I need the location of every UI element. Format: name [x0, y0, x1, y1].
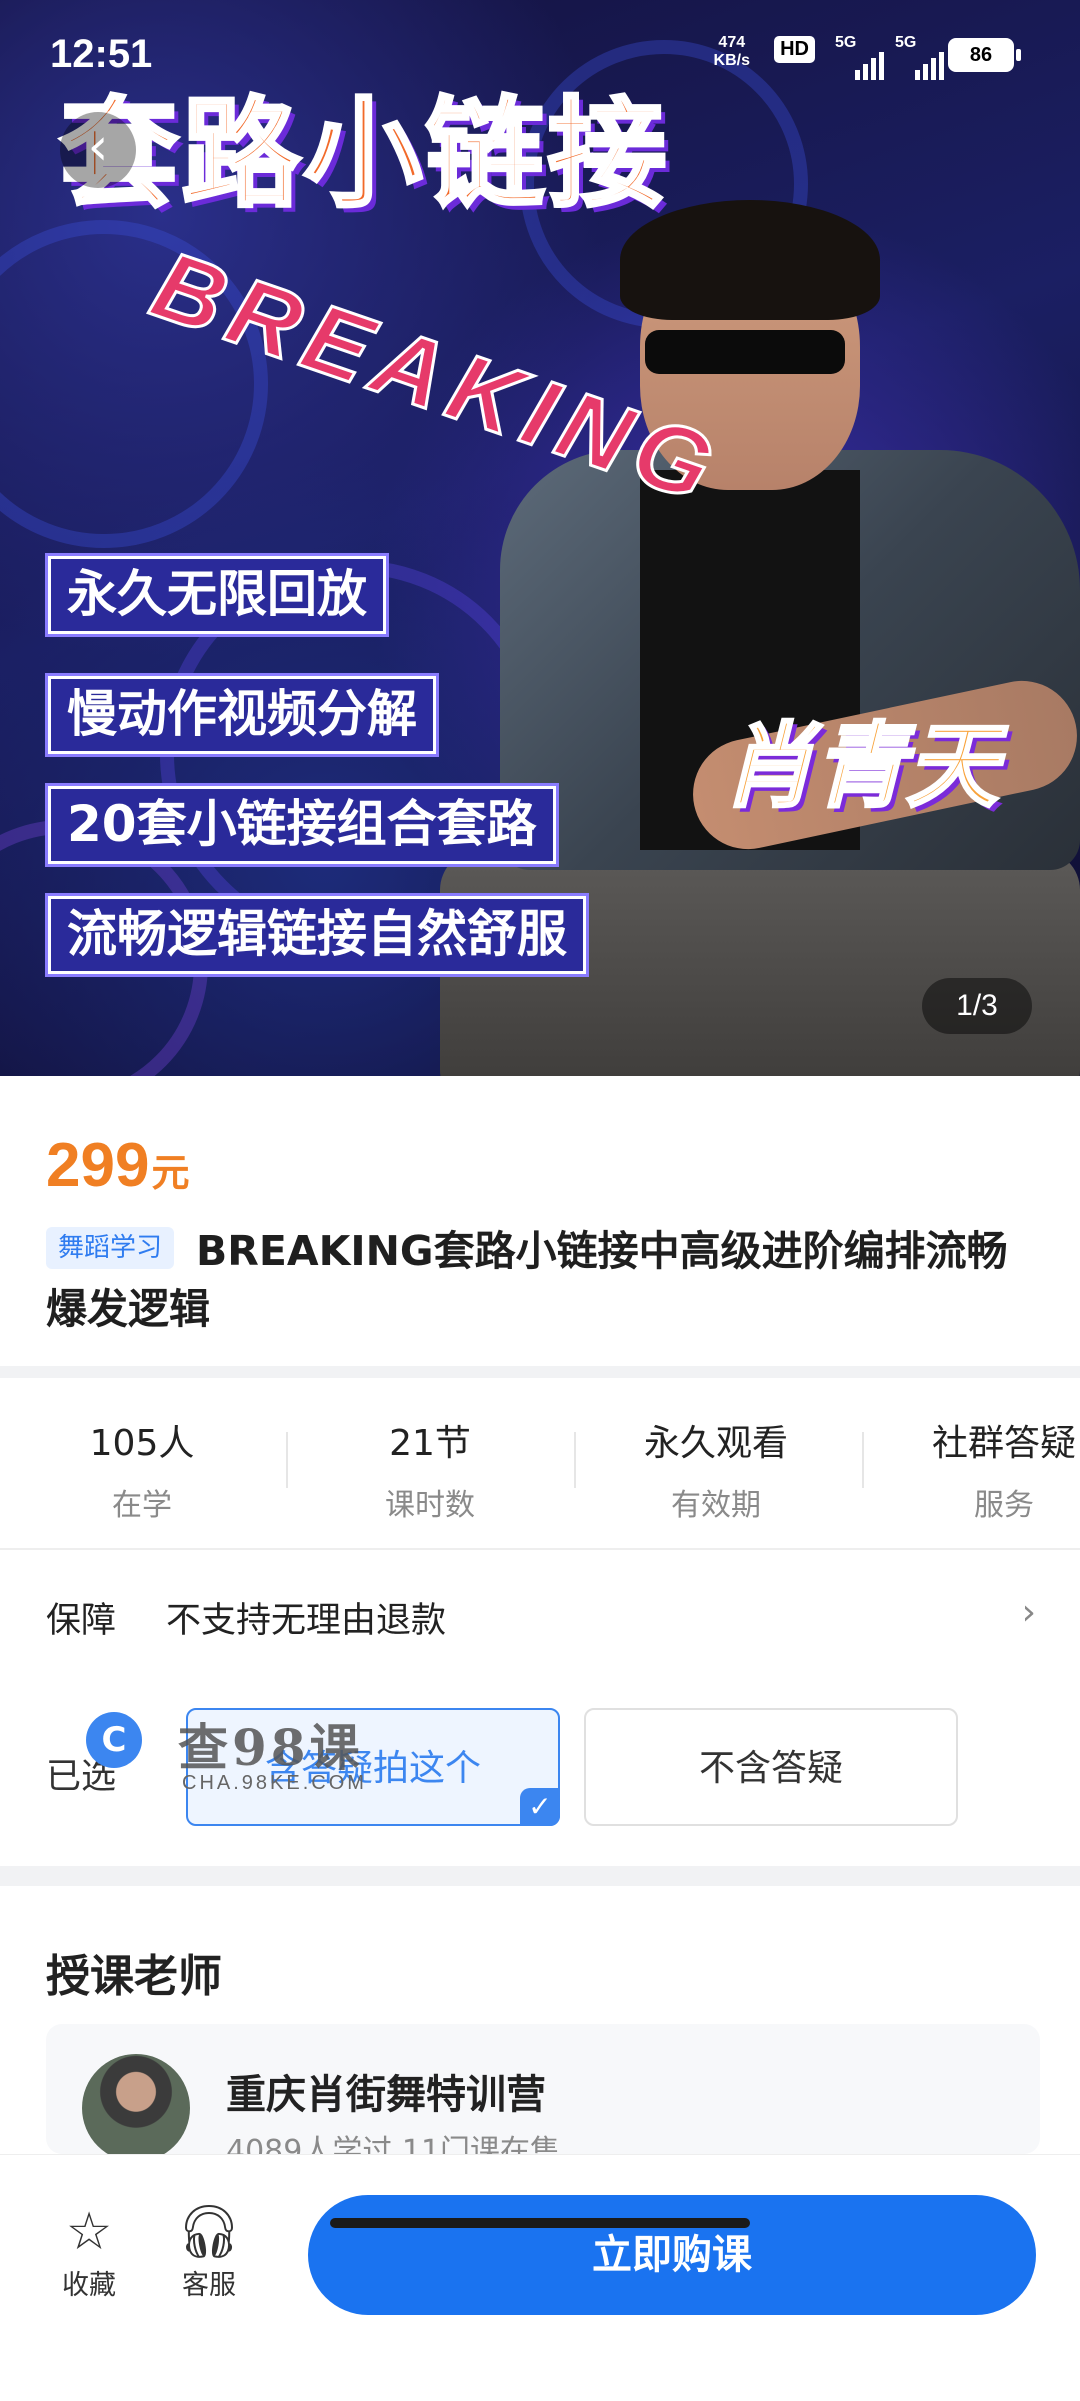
back-button[interactable]: ‹ — [60, 112, 136, 188]
watermark-logo-icon: C — [86, 1712, 142, 1768]
clock: 12:51 — [50, 32, 153, 76]
network-speed: 474 KB/s — [714, 34, 750, 70]
stat-value: 105人 — [89, 1423, 195, 1464]
favorite-label: 收藏 — [62, 2270, 116, 2301]
divider — [286, 1432, 288, 1488]
watermark-subtext: CHA.98KE.COM — [182, 1772, 367, 1794]
price-value: 299 — [46, 1131, 150, 1200]
course-price: 299元 — [46, 1130, 189, 1201]
stat-lessons: 21节 课时数 — [310, 1414, 550, 1524]
guarantee-label: 保障 — [46, 1601, 117, 1641]
feature-tag: 流畅逻辑链接自然舒服 — [48, 896, 586, 974]
watermark: C 查98课 CHA.98KE.COM — [86, 1712, 376, 1794]
customer-service-button[interactable]: 🎧︎ 客服 — [164, 2201, 254, 2302]
buy-now-button[interactable]: 立即购课 — [308, 2195, 1036, 2315]
image-pager: 1/3 — [922, 978, 1032, 1034]
signal-icon: 5G — [895, 34, 944, 80]
section-title-teacher: 授课老师 — [46, 1951, 222, 2002]
star-icon: ☆ — [65, 2202, 113, 2262]
guarantee-value: 不支持无理由退款 — [166, 1601, 447, 1641]
signal-icon: 5G — [835, 34, 884, 80]
network-speed-unit: KB/s — [713, 52, 750, 69]
stat-validity: 永久观看 有效期 — [596, 1414, 836, 1524]
chevron-right-icon: › — [1021, 1592, 1036, 1633]
course-cover-image[interactable]: 套路小链接 BREAKING 肖青天 永久无限回放 慢动作视频分解 20套小链接… — [0, 0, 1080, 1076]
chevron-left-icon: ‹ — [87, 117, 109, 177]
section-divider — [0, 1366, 1080, 1378]
teacher-card[interactable]: 重庆肖街舞特训营 4089人学过 11门课在售 — [46, 2024, 1040, 2169]
stat-label: 有效期 — [671, 1488, 761, 1523]
teacher-name: 重庆肖街舞特训营 — [226, 2072, 546, 2118]
feature-tag: 永久无限回放 — [48, 556, 386, 634]
stat-learners: 105人 在学 — [22, 1414, 262, 1524]
check-icon: ✓ — [520, 1788, 560, 1826]
stat-value: 社群答疑 — [931, 1423, 1076, 1464]
bottom-action-bar: ☆ 收藏 🎧︎ 客服 立即购课 — [0, 2154, 1080, 2401]
battery-icon: 86 — [948, 38, 1021, 72]
stat-label: 课时数 — [385, 1488, 475, 1523]
service-label: 客服 — [182, 2270, 236, 2301]
guarantee-row[interactable]: 保障 不支持无理由退款 › — [46, 1592, 1036, 1643]
course-title-block: 舞蹈学习 BREAKING套路小链接中高级进阶编排流畅爆发逻辑 — [46, 1222, 1046, 1338]
category-badge: 舞蹈学习 — [46, 1227, 175, 1269]
feature-tag: 20套小链接组合套路 — [48, 786, 556, 864]
divider — [862, 1432, 864, 1488]
cover-teacher-name-art: 肖青天 — [720, 712, 999, 822]
network-speed-value: 474 — [718, 34, 746, 51]
stat-value: 21节 — [389, 1423, 471, 1464]
stat-label: 在学 — [112, 1488, 172, 1523]
watermark-text: 查98课 — [178, 1718, 364, 1777]
section-divider — [0, 1866, 1080, 1886]
headset-icon: 🎧︎ — [175, 2202, 242, 2262]
stat-service: 社群答疑 服务 — [884, 1414, 1080, 1524]
price-unit: 元 — [151, 1153, 190, 1195]
favorite-button[interactable]: ☆ 收藏 — [44, 2201, 134, 2302]
section-divider — [0, 1548, 1080, 1550]
hd-icon: HD — [774, 36, 815, 63]
option-without-qa-label: 不含答疑 — [698, 1748, 843, 1789]
status-bar: 12:51 474 KB/s HD 5G 5G 86 — [0, 0, 1080, 100]
home-indicator[interactable] — [330, 2218, 750, 2228]
course-title: BREAKING套路小链接中高级进阶编排流畅爆发逻辑 — [46, 1227, 1008, 1333]
option-without-qa[interactable]: 不含答疑 — [584, 1708, 958, 1826]
divider — [574, 1432, 576, 1488]
stat-value: 永久观看 — [643, 1423, 788, 1464]
stat-label: 服务 — [974, 1488, 1034, 1523]
feature-tag: 慢动作视频分解 — [48, 676, 436, 754]
avatar — [82, 2054, 190, 2162]
course-stats: 105人 在学 21节 课时数 永久观看 有效期 社群答疑 服务 — [0, 1378, 1080, 1548]
